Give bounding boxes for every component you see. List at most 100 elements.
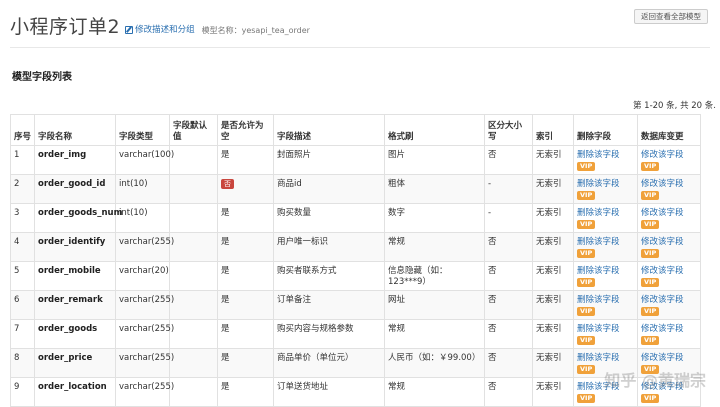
field-default bbox=[169, 377, 218, 407]
fields-table: 序号 字段名称 字段类型 字段默认值 是否允许为空 字段描述 格式刷 区分大小写… bbox=[10, 114, 701, 407]
field-description: 用户唯一标识 bbox=[273, 232, 385, 262]
field-name: order_remark bbox=[34, 290, 116, 320]
vip-badge: VIP bbox=[577, 220, 596, 229]
section-title: 模型字段列表 bbox=[12, 72, 72, 83]
field-nullable: 否 bbox=[217, 174, 274, 204]
field-name: order_good_id bbox=[34, 174, 116, 204]
edit-description-link[interactable]: 修改描述和分组 bbox=[125, 23, 195, 35]
vip-badge: VIP bbox=[641, 249, 660, 258]
delete-field-link[interactable]: 删除该字段 bbox=[577, 266, 634, 277]
col-header-type[interactable]: 字段类型 bbox=[115, 114, 170, 146]
field-name: order_location bbox=[34, 377, 116, 407]
nullable-value: 是 bbox=[221, 324, 230, 334]
field-format: 人民币（如：￥99.00） bbox=[384, 348, 485, 378]
delete-field-link[interactable]: 删除该字段 bbox=[577, 324, 634, 335]
row-number: 7 bbox=[10, 319, 35, 349]
modify-field-link[interactable]: 修改该字段 bbox=[641, 353, 697, 364]
field-case-sensitive: - bbox=[484, 203, 533, 233]
field-nullable: 是 bbox=[217, 232, 274, 262]
back-to-all-models-button[interactable]: 返回查看全部模型 bbox=[634, 9, 708, 24]
vip-badge: VIP bbox=[577, 336, 596, 345]
field-default bbox=[169, 290, 218, 320]
delete-cell: 删除该字段 VIP bbox=[573, 319, 638, 349]
col-header-format: 格式刷 bbox=[384, 114, 485, 146]
modify-field-link[interactable]: 修改该字段 bbox=[641, 150, 697, 161]
delete-cell: 删除该字段 VIP bbox=[573, 290, 638, 320]
delete-field-link[interactable]: 删除该字段 bbox=[577, 208, 634, 219]
row-number: 5 bbox=[10, 261, 35, 291]
nullable-value: 是 bbox=[221, 382, 230, 392]
field-index: 无索引 bbox=[532, 145, 574, 175]
modify-cell: 修改该字段 VIP bbox=[637, 261, 701, 291]
row-number: 8 bbox=[10, 348, 35, 378]
delete-field-link[interactable]: 删除该字段 bbox=[577, 353, 634, 364]
field-type: varchar(255) bbox=[115, 377, 174, 407]
col-header-default: 字段默认值 bbox=[169, 114, 218, 146]
field-case-sensitive: 否 bbox=[484, 290, 533, 320]
vip-badge: VIP bbox=[577, 365, 596, 374]
field-case-sensitive: 否 bbox=[484, 319, 533, 349]
field-type: varchar(255) bbox=[115, 348, 174, 378]
table-row: 2 order_good_id int(10) 否商品id 粗体 - 无索引 删除该字段 VIP… bbox=[10, 174, 701, 204]
field-index: 无索引 bbox=[532, 174, 574, 204]
vip-badge: VIP bbox=[641, 220, 660, 229]
delete-cell: 删除该字段 VIP bbox=[573, 232, 638, 262]
field-description: 购买者联系方式 bbox=[273, 261, 385, 291]
vip-badge: VIP bbox=[577, 307, 596, 316]
nullable-value: 是 bbox=[221, 208, 230, 218]
divider bbox=[10, 47, 710, 48]
field-nullable: 是 bbox=[217, 290, 274, 320]
field-case-sensitive: 否 bbox=[484, 261, 533, 291]
modify-field-link[interactable]: 修改该字段 bbox=[641, 266, 697, 277]
vip-badge: VIP bbox=[577, 162, 596, 171]
field-description: 购买数量 bbox=[273, 203, 385, 233]
field-description: 封面照片 bbox=[273, 145, 385, 175]
edit-icon bbox=[125, 26, 134, 34]
vip-badge: VIP bbox=[577, 191, 596, 200]
col-header-db-change: 数据库变更 bbox=[637, 114, 701, 146]
modify-field-link[interactable]: 修改该字段 bbox=[641, 179, 697, 190]
delete-field-link[interactable]: 删除该字段 bbox=[577, 150, 634, 161]
modify-field-link[interactable]: 修改该字段 bbox=[641, 295, 697, 306]
nullable-value: 是 bbox=[221, 353, 230, 363]
table-header-row: 序号 字段名称 字段类型 字段默认值 是否允许为空 字段描述 格式刷 区分大小写… bbox=[10, 114, 701, 146]
field-description: 商品单价（单位元） bbox=[273, 348, 385, 378]
field-description: 购买内容与规格参数 bbox=[273, 319, 385, 349]
field-type: varchar(255) bbox=[115, 290, 174, 320]
field-name: order_goods bbox=[34, 319, 116, 349]
col-header-name[interactable]: 字段名称 bbox=[34, 114, 116, 146]
not-nullable-badge: 否 bbox=[221, 179, 234, 189]
col-header-case: 区分大小写 bbox=[484, 114, 533, 146]
field-nullable: 是 bbox=[217, 145, 274, 175]
col-header-desc: 字段描述 bbox=[273, 114, 385, 146]
delete-cell: 删除该字段 VIP bbox=[573, 203, 638, 233]
modify-field-link[interactable]: 修改该字段 bbox=[641, 237, 697, 248]
field-name: order_goods_num bbox=[34, 203, 122, 233]
field-case-sensitive: - bbox=[484, 174, 533, 204]
table-row: 9 order_location varchar(255) 是 订单送货地址 常规否无索引… bbox=[10, 377, 701, 407]
modify-field-link[interactable]: 修改该字段 bbox=[641, 324, 697, 335]
field-name: order_identify bbox=[34, 232, 116, 262]
modify-field-link[interactable]: 修改该字段 bbox=[641, 208, 697, 219]
field-case-sensitive: 否 bbox=[484, 232, 533, 262]
field-format: 网址 bbox=[384, 290, 485, 320]
vip-badge: VIP bbox=[577, 249, 596, 258]
field-name: order_mobile bbox=[34, 261, 116, 291]
modify-cell: 修改该字段 VIP bbox=[637, 145, 701, 175]
paging-summary: 第 1-20 条, 共 20 条. bbox=[632, 101, 716, 111]
row-number: 2 bbox=[10, 174, 35, 204]
col-header-delete: 删除字段 bbox=[573, 114, 638, 146]
edit-link-label: 修改描述和分组 bbox=[135, 25, 195, 35]
field-case-sensitive: 否 bbox=[484, 145, 533, 175]
delete-field-link[interactable]: 删除该字段 bbox=[577, 295, 634, 306]
table-row: 8 order_price varchar(255) 是 商品单价（单位元） 人民币（如：… bbox=[10, 348, 701, 378]
delete-cell: 删除该字段 VIP bbox=[573, 145, 638, 175]
field-name: order_img bbox=[34, 145, 116, 175]
delete-field-link[interactable]: 删除该字段 bbox=[577, 179, 634, 190]
model-name: 模型名称：yesapi_tea_order bbox=[201, 26, 310, 35]
delete-field-link[interactable]: 删除该字段 bbox=[577, 237, 634, 248]
field-index: 无索引 bbox=[532, 290, 574, 320]
field-nullable: 是 bbox=[217, 203, 274, 233]
vip-badge: VIP bbox=[641, 307, 660, 316]
delete-cell: 删除该字段 VIP bbox=[573, 174, 638, 204]
